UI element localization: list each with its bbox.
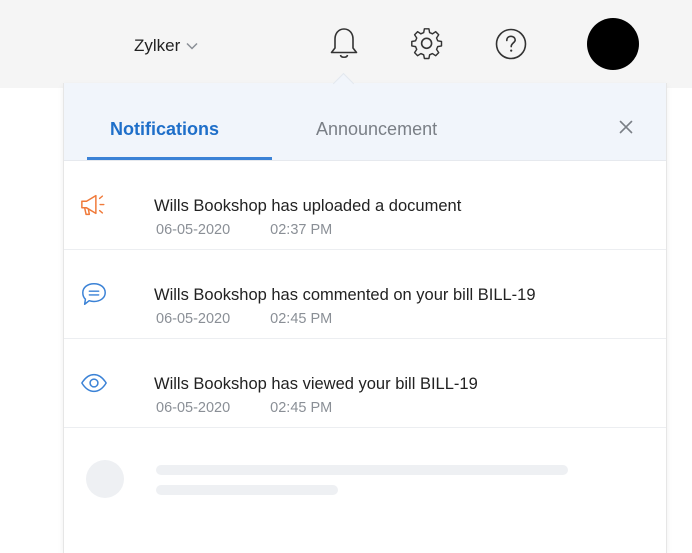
notification-meta: 06-05-2020 02:37 PM [156, 222, 332, 238]
notification-date: 06-05-2020 [156, 222, 231, 238]
notification-date: 06-05-2020 [156, 311, 231, 327]
notification-list: Wills Bookshop has uploaded a document 0… [64, 161, 666, 428]
notification-text: Wills Bookshop has viewed your bill BILL… [154, 375, 478, 393]
eye-icon [80, 369, 108, 397]
notification-time: 02:37 PM [270, 222, 333, 238]
comment-icon [80, 280, 108, 308]
skeleton-line [156, 485, 338, 495]
notification-date: 06-05-2020 [156, 400, 231, 416]
notifications-panel: Notifications Announcement Wills Booksho… [63, 83, 667, 553]
skeleton-line [156, 465, 568, 475]
panel-header: Notifications Announcement [64, 83, 666, 161]
notification-meta: 06-05-2020 02:45 PM [156, 311, 332, 327]
help-icon[interactable] [493, 26, 529, 62]
skeleton-avatar [86, 460, 124, 498]
close-button[interactable] [615, 116, 637, 138]
chevron-down-icon [186, 42, 198, 50]
org-switcher[interactable]: Zylker [134, 33, 198, 59]
tab-announcement[interactable]: Announcement [316, 119, 437, 140]
close-icon [619, 120, 633, 134]
notification-item[interactable]: Wills Bookshop has commented on your bil… [64, 250, 666, 339]
notification-meta: 06-05-2020 02:45 PM [156, 400, 332, 416]
tab-notifications[interactable]: Notifications [110, 119, 219, 140]
loading-skeleton [64, 438, 666, 518]
avatar[interactable] [587, 18, 639, 70]
notification-text: Wills Bookshop has commented on your bil… [154, 286, 536, 304]
bell-icon[interactable] [326, 24, 362, 64]
org-name: Zylker [134, 36, 181, 55]
notification-item[interactable]: Wills Bookshop has viewed your bill BILL… [64, 339, 666, 428]
notification-time: 02:45 PM [270, 400, 333, 416]
notification-time: 02:45 PM [270, 311, 333, 327]
active-tab-indicator [87, 157, 272, 160]
notification-text: Wills Bookshop has uploaded a document [154, 197, 462, 215]
megaphone-icon [80, 191, 108, 219]
notification-item[interactable]: Wills Bookshop has uploaded a document 0… [64, 161, 666, 250]
gear-icon[interactable] [408, 25, 446, 63]
